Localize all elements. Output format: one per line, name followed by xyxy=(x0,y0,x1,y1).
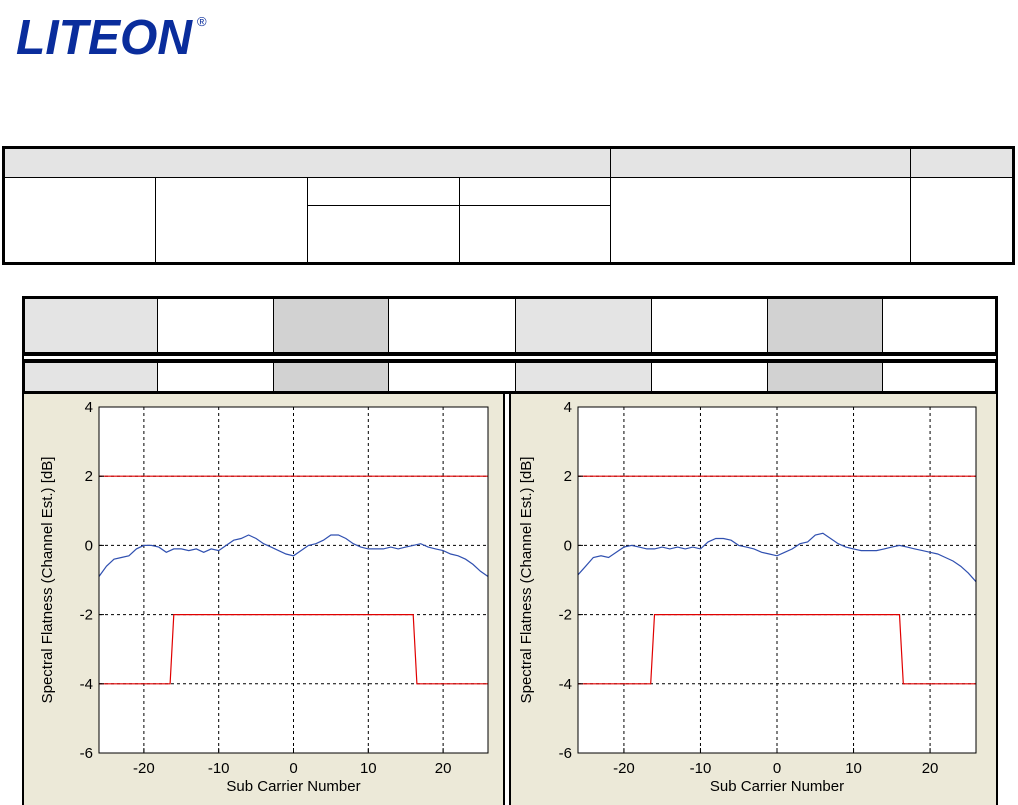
y-tick-label: -6 xyxy=(559,745,572,762)
liteon-logo: LITEON ® xyxy=(16,11,207,60)
x-tick-label: 10 xyxy=(845,760,862,777)
report-header-table xyxy=(2,146,1015,265)
cond-label-4 xyxy=(767,298,883,353)
x-tick-label: -20 xyxy=(613,760,635,777)
cond-label-5 xyxy=(24,362,158,392)
info-cell-3a xyxy=(307,177,460,206)
info-cell-5 xyxy=(610,177,911,263)
cond-label-3 xyxy=(515,298,652,353)
header-cell-middle xyxy=(610,148,911,178)
cond-label-7 xyxy=(515,362,652,392)
cond-label-6 xyxy=(273,362,389,392)
cond-label-8 xyxy=(767,362,883,392)
header-cell-right xyxy=(910,148,1013,178)
info-cell-2 xyxy=(155,177,308,263)
y-tick-label: -2 xyxy=(559,607,572,624)
logo-wordmark: LITEON xyxy=(16,11,194,60)
x-tick-label: -20 xyxy=(133,760,155,777)
cond-label-2 xyxy=(273,298,389,353)
y-tick-label: -4 xyxy=(80,676,93,693)
info-cell-6 xyxy=(910,177,1013,263)
info-cell-3b xyxy=(307,205,460,263)
chart-svg-right: -20 -10 0 10 20420-2-4-6Sub Carrier NumberSp… xyxy=(518,399,977,795)
x-axis-label: Sub Carrier Number xyxy=(226,778,360,795)
info-cell-4a xyxy=(459,177,611,206)
cond-value-2 xyxy=(388,298,516,353)
double-rule-top xyxy=(24,353,996,356)
x-tick-label: 20 xyxy=(922,760,939,777)
cond-value-1 xyxy=(157,298,274,353)
x-tick-label: 20 xyxy=(435,760,452,777)
cond-label-1 xyxy=(24,298,158,353)
info-cell-4b xyxy=(459,205,611,263)
cond-value-4 xyxy=(882,298,996,353)
y-axis-label: Spectral Flatness (Channel Est.) [dB] xyxy=(39,457,56,704)
cond-value-6 xyxy=(388,362,516,392)
y-tick-label: 0 xyxy=(85,537,93,554)
y-tick-label: 2 xyxy=(564,468,572,485)
info-cell-1 xyxy=(4,177,156,263)
y-tick-label: -4 xyxy=(559,676,572,693)
x-tick-label: 0 xyxy=(773,760,781,777)
cond-value-7 xyxy=(651,362,768,392)
x-tick-label: 0 xyxy=(289,760,297,777)
cond-value-3 xyxy=(651,298,768,353)
x-tick-label: -10 xyxy=(208,760,230,777)
cond-value-5 xyxy=(157,362,274,392)
registered-mark: ® xyxy=(197,14,207,29)
chart-svg-left: -20 -10 0 10 20420-2-4-6Sub Carrier NumberSp… xyxy=(39,399,489,795)
y-tick-label: 2 xyxy=(85,468,93,485)
y-tick-label: 0 xyxy=(564,537,572,554)
x-tick-label: -10 xyxy=(690,760,712,777)
x-tick-label: 10 xyxy=(360,760,377,777)
y-tick-label: -6 xyxy=(80,745,93,762)
spectral-flatness-plot-left: -20 -10 0 10 20 4 2 0 -2 -4 -6 Sub Carrier Number Sp… xyxy=(22,394,505,805)
y-axis-label: Spectral Flatness (Channel Est.) [dB] xyxy=(518,457,535,704)
y-tick-label: 4 xyxy=(564,399,572,416)
header-cell-title xyxy=(4,148,611,178)
x-axis-label: Sub Carrier Number xyxy=(710,778,844,795)
y-tick-label: -2 xyxy=(80,607,93,624)
test-condition-table xyxy=(22,296,998,394)
y-tick-label: 4 xyxy=(85,399,93,416)
spectral-flatness-plot-right: -20 -10 0 10 20 4 2 0 -2 -4 -6 Sub Carrier Number Sp… xyxy=(509,394,998,805)
cond-value-8 xyxy=(882,362,996,392)
